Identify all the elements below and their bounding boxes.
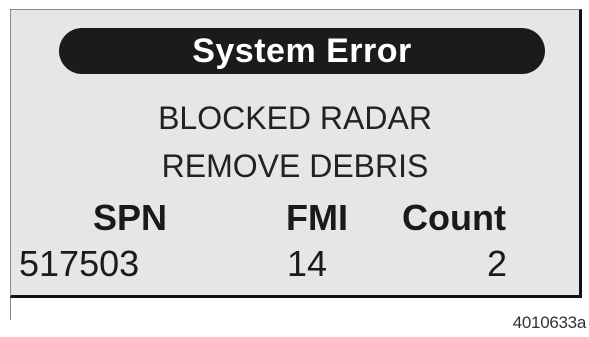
fmi-column-header: FMI [286, 197, 348, 238]
error-display-panel: System Error BLOCKED RADAR REMOVE DEBRIS… [10, 9, 582, 298]
figure-id-label: 4010633a [512, 313, 587, 332]
system-error-title: System Error [59, 28, 545, 74]
error-message-line-1: BLOCKED RADAR [158, 100, 432, 136]
panel-edge-line [10, 298, 11, 320]
count-column-header: Count [402, 197, 506, 238]
fmi-value: 14 [287, 243, 328, 284]
spn-value: 517503 [19, 243, 140, 284]
error-message-line-2: REMOVE DEBRIS [161, 148, 429, 184]
count-value: 2 [487, 243, 508, 284]
spn-column-header: SPN [93, 197, 168, 238]
